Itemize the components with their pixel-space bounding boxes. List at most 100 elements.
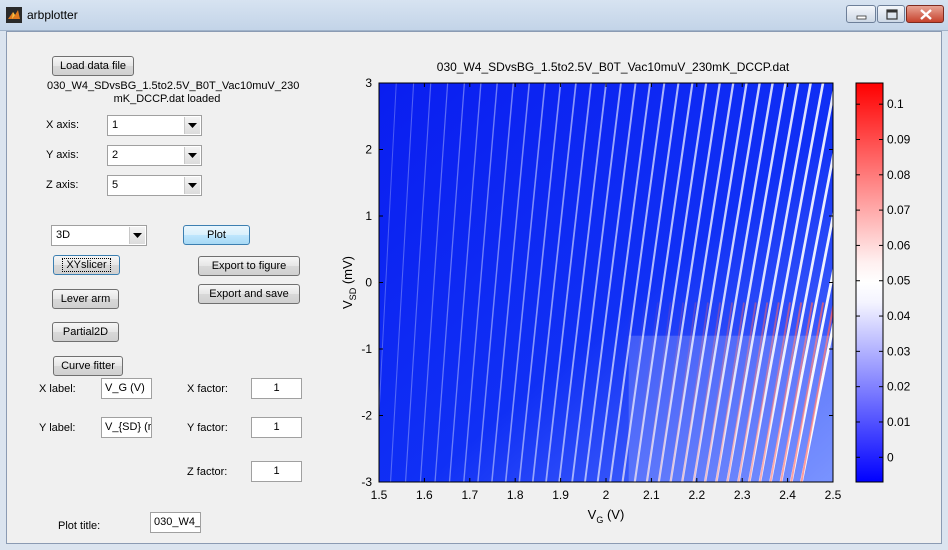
resonance-line bbox=[681, 83, 748, 482]
resonance-line-peak bbox=[758, 302, 791, 482]
y-factor-input[interactable]: 1 bbox=[251, 417, 302, 438]
colorbar-tick-label: 0.02 bbox=[887, 380, 911, 394]
chevron-down-icon bbox=[188, 153, 197, 158]
y-tick-label: 3 bbox=[365, 76, 372, 90]
plot-title: 030_W4_SDvsBG_1.5to2.5V_B0T_Vac10muV_230… bbox=[436, 60, 790, 74]
z-axis-select-value: 5 bbox=[112, 179, 119, 191]
resonance-line bbox=[737, 83, 812, 482]
plot-frame bbox=[378, 82, 834, 483]
colorbar-tick-label: 0.06 bbox=[887, 238, 911, 252]
colorbar-tick-label: 0.07 bbox=[887, 203, 911, 217]
x-label-input[interactable]: V_G (V) bbox=[101, 378, 152, 399]
minimize-button[interactable] bbox=[846, 5, 876, 23]
x-label-input-value: V_G (V) bbox=[105, 382, 145, 394]
y-axis-select-value: 2 bbox=[112, 149, 119, 161]
x-label-label: X label: bbox=[39, 383, 76, 395]
x-tick-label: 1.7 bbox=[461, 488, 478, 502]
chevron-down-icon bbox=[188, 183, 197, 188]
z-factor-input-value: 1 bbox=[273, 465, 280, 477]
resonance-line bbox=[504, 83, 546, 482]
z-axis-select[interactable]: 5 bbox=[107, 175, 202, 196]
resonance-line bbox=[477, 83, 515, 482]
plot-title-input[interactable]: 030_W4_ bbox=[150, 512, 201, 533]
resonance-line bbox=[545, 83, 592, 482]
maximize-icon bbox=[886, 9, 898, 20]
resonance-line bbox=[379, 83, 397, 423]
loaded-file-text: 030_W4_SDvsBG_1.5to2.5V_B0T_Vac10muV_230… bbox=[47, 80, 300, 106]
figure-window: Load data file 030_W4_SDvsBG_1.5to2.5V_B… bbox=[6, 31, 942, 544]
resonance-line bbox=[584, 83, 637, 482]
heatmap-image bbox=[379, 83, 833, 482]
resonance-line bbox=[609, 83, 666, 482]
dropdown-arrow-button[interactable] bbox=[129, 227, 145, 244]
x-axis-select[interactable]: 1 bbox=[107, 115, 202, 136]
resonance-line bbox=[571, 83, 622, 482]
export-and-save-button[interactable]: Export and save bbox=[198, 284, 300, 304]
resonance-line bbox=[491, 83, 531, 482]
y-label-input[interactable]: V_{SD} (r bbox=[101, 417, 152, 438]
y-factor-input-value: 1 bbox=[273, 421, 280, 433]
plot-mode-value: 3D bbox=[56, 229, 71, 241]
load-data-file-button[interactable]: Load data file bbox=[52, 56, 134, 76]
close-icon bbox=[920, 9, 932, 20]
y-tick-label: -1 bbox=[361, 342, 372, 356]
resonance-line bbox=[769, 150, 833, 482]
x-axis-select-value: 1 bbox=[112, 119, 119, 131]
resonance-line-peak bbox=[800, 302, 833, 482]
lever-arm-label: Lever arm bbox=[60, 293, 111, 305]
heatmap-background bbox=[379, 83, 833, 482]
resonance-line bbox=[800, 319, 833, 482]
matlab-icon bbox=[6, 7, 22, 23]
heatmap-plot[interactable]: 1.5 1.6 1.7 1.8 1.9 2 2.1 2.2 2.3 2.4 2.5 -3 -2 -1 0 1 2… bbox=[7, 32, 943, 545]
resonance-line bbox=[463, 83, 498, 482]
x-tick-label: 1.8 bbox=[507, 488, 524, 502]
partial2d-button[interactable]: Partial2D bbox=[52, 322, 119, 342]
resonance-line bbox=[669, 83, 735, 482]
y-factor-label: Y factor: bbox=[187, 422, 228, 434]
colorbar-tick-label: 0.01 bbox=[887, 415, 911, 429]
plot-mode-select[interactable]: 3D bbox=[51, 225, 147, 246]
plot-button[interactable]: Plot bbox=[183, 225, 250, 245]
x-tick-label: 2 bbox=[603, 488, 610, 502]
dropdown-arrow-button[interactable] bbox=[184, 147, 200, 164]
x-tick-label: 2.2 bbox=[688, 488, 705, 502]
resonance-line-peak bbox=[681, 302, 709, 482]
x-tick-label: 2.5 bbox=[825, 488, 842, 502]
resonance-line-peak bbox=[737, 302, 769, 482]
xyslicer-button[interactable]: XYslicer bbox=[53, 255, 120, 275]
y-axis-select[interactable]: 2 bbox=[107, 145, 202, 166]
resonance-line bbox=[621, 83, 680, 482]
chevron-down-icon bbox=[133, 233, 142, 238]
resonance-line-peak bbox=[692, 302, 721, 482]
y-tick-label: -2 bbox=[361, 409, 372, 423]
dropdown-arrow-button[interactable] bbox=[184, 177, 200, 194]
resonance-line bbox=[531, 83, 577, 482]
export-to-figure-label: Export to figure bbox=[211, 260, 287, 272]
maximize-button[interactable] bbox=[877, 5, 905, 23]
z-factor-input[interactable]: 1 bbox=[251, 461, 302, 482]
lever-arm-button[interactable]: Lever arm bbox=[52, 289, 119, 309]
resonance-line-peak bbox=[646, 302, 672, 482]
minimize-icon bbox=[856, 15, 867, 20]
resonance-line bbox=[726, 83, 800, 482]
export-to-figure-button[interactable]: Export to figure bbox=[198, 256, 300, 276]
close-button[interactable] bbox=[906, 5, 944, 23]
y-axis-title: VSD (mV) bbox=[340, 256, 358, 309]
resonance-line-peak bbox=[669, 302, 697, 482]
plot-title-input-value: 030_W4_ bbox=[154, 516, 201, 528]
colorbar bbox=[855, 82, 884, 483]
x-tick-label: 1.5 bbox=[371, 488, 388, 502]
resonance-line bbox=[779, 209, 833, 482]
loaded-file-line-1: 030_W4_SDvsBG_1.5to2.5V_B0T_Vac10muV_230 bbox=[47, 80, 300, 92]
colorbar-tick-label: 0.05 bbox=[887, 274, 911, 288]
curve-fitter-button[interactable]: Curve fitter bbox=[53, 356, 123, 376]
resonance-line-peak bbox=[790, 302, 825, 482]
window-titlebar[interactable]: arbplotter bbox=[0, 0, 948, 31]
y-tick-label: 2 bbox=[365, 143, 372, 157]
lower-right-wash bbox=[628, 335, 833, 482]
dropdown-arrow-button[interactable] bbox=[184, 117, 200, 134]
x-factor-input[interactable]: 1 bbox=[251, 378, 302, 399]
y-tick-label: -3 bbox=[361, 475, 372, 489]
resonance-line bbox=[703, 83, 774, 482]
resonance-line bbox=[758, 87, 833, 482]
